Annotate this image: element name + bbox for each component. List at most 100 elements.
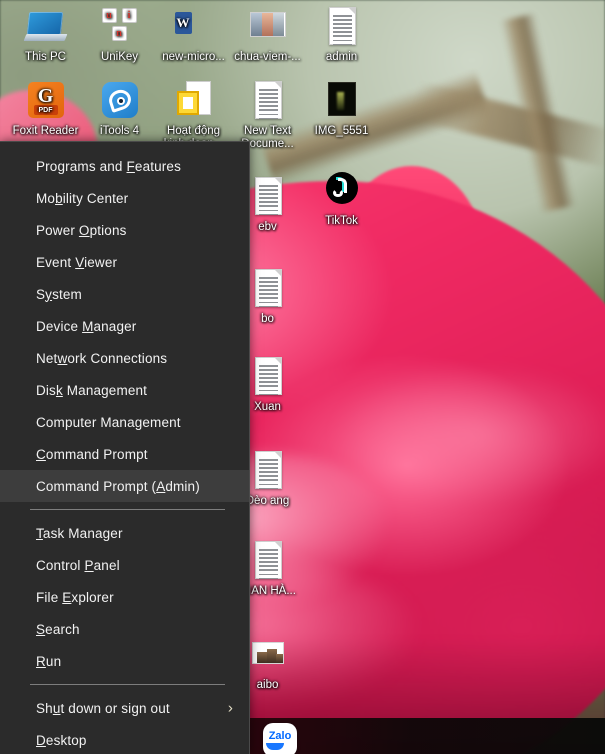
- menu-item-accelerator: D: [36, 732, 46, 748]
- menu-item-label-post: ask Manager: [42, 525, 123, 541]
- text-document-icon: [320, 4, 364, 48]
- menu-item-accelerator: A: [156, 478, 166, 494]
- menu-item-accelerator: F: [126, 158, 135, 174]
- winx-power-user-menu[interactable]: Programs and Features Mobility Center Powe…: [0, 141, 250, 754]
- menu-item-accelerator: O: [78, 222, 90, 238]
- folder-document-icon: [172, 78, 216, 122]
- desktop-icon-unikey[interactable]: u i n UniKey: [82, 4, 157, 64]
- menu-item-label-pre: S: [36, 286, 46, 302]
- menu-item-run[interactable]: Run: [0, 645, 249, 677]
- menu-item-command-prompt-admin[interactable]: Command Prompt (Admin): [0, 470, 249, 502]
- menu-item-label-pre: Dis: [36, 382, 56, 398]
- menu-item-disk-management[interactable]: Disk Management: [0, 374, 249, 406]
- menu-item-file-explorer[interactable]: File Explorer: [0, 581, 249, 613]
- menu-item-label: Search: [36, 622, 80, 637]
- menu-item-control-panel[interactable]: Control Panel: [0, 549, 249, 581]
- unikey-icon: uin: [98, 4, 142, 48]
- desktop-icon-this-pc[interactable]: This PC: [8, 4, 83, 64]
- text-document-icon: [246, 266, 290, 310]
- tiktok-icon: [320, 168, 364, 212]
- thispc-icon: [23, 4, 68, 48]
- text-document-icon: [246, 448, 290, 492]
- desktop-icon-admin[interactable]: admin: [304, 4, 379, 64]
- menu-item-system[interactable]: System: [0, 278, 249, 310]
- desktop-icon-label: IMG_5551: [314, 125, 369, 137]
- foxit-reader-icon: G PDF: [24, 78, 68, 122]
- menu-item-label-pre: Programs and: [36, 158, 127, 174]
- taskbar-item-zalo[interactable]: Zalo: [258, 719, 297, 754]
- menu-item-label: Mobility Center: [36, 191, 128, 206]
- taskbar[interactable]: Zalo: [250, 718, 605, 754]
- menu-item-task-manager[interactable]: Task Manager: [0, 517, 249, 549]
- menu-item-accelerator: M: [82, 318, 94, 334]
- menu-item-device-manager[interactable]: Device Manager: [0, 310, 249, 342]
- menu-item-label: Disk Management: [36, 383, 147, 398]
- menu-item-label-post: ommand Prompt: [45, 446, 148, 462]
- menu-item-accelerator: w: [57, 350, 68, 366]
- menu-item-network-connections[interactable]: Network Connections: [0, 342, 249, 374]
- menu-item-label: Command Prompt: [36, 447, 148, 462]
- menu-item-label: Computer Management: [36, 415, 181, 430]
- menu-item-label: File Explorer: [36, 590, 114, 605]
- desktop-icon-label: chua-viem-...: [234, 51, 301, 63]
- photo-icon: [246, 4, 290, 48]
- menu-item-event-viewer[interactable]: Event Viewer: [0, 246, 249, 278]
- menu-item-programs-and-features[interactable]: Programs and Features: [0, 150, 249, 182]
- menu-item-label-post: ork Connections: [67, 350, 168, 366]
- menu-item-label-pre: Net: [36, 350, 58, 366]
- desktop-icon-itools-4[interactable]: iTools 4: [82, 78, 157, 138]
- menu-item-label-post: anager: [93, 318, 137, 334]
- menu-item-label-post: Management: [62, 382, 148, 398]
- menu-item-label-pre: Event: [36, 254, 76, 270]
- menu-item-desktop[interactable]: Desktop: [0, 724, 249, 754]
- menu-item-label-post: esktop: [45, 732, 87, 748]
- menu-item-label-post: iewer: [84, 254, 118, 270]
- menu-item-label-post: dmin): [165, 478, 200, 494]
- menu-item-accelerator: b: [55, 190, 63, 206]
- menu-item-label-post: un: [45, 653, 62, 669]
- menu-item-label: Run: [36, 654, 61, 669]
- menu-item-label: Task Manager: [36, 526, 123, 541]
- text-document-icon: [246, 538, 290, 582]
- menu-separator: [30, 509, 225, 510]
- weibo-photo-icon: [246, 632, 290, 676]
- menu-item-accelerator: T: [36, 525, 43, 541]
- menu-item-command-prompt[interactable]: Command Prompt: [0, 438, 249, 470]
- image-thumbnail-icon: [320, 78, 364, 122]
- desktop-icon-label: TikTok: [325, 215, 358, 227]
- menu-item-label-pre: Command Prompt (: [36, 478, 157, 494]
- chevron-right-icon: ›: [227, 699, 233, 717]
- menu-item-label-post: earch: [45, 621, 80, 637]
- menu-item-accelerator: R: [36, 653, 46, 669]
- desktop-icon-label: iTools 4: [100, 125, 139, 137]
- desktop-icon-chua-viem[interactable]: chua-viem-...: [230, 4, 305, 64]
- desktop-icon-label: admin: [325, 51, 358, 63]
- menu-item-label: Event Viewer: [36, 255, 117, 270]
- desktop-icon-img-5551[interactable]: IMG_5551: [304, 78, 379, 138]
- menu-item-power-options[interactable]: Power Options: [0, 214, 249, 246]
- menu-item-label-pre: Control: [36, 557, 85, 573]
- menu-item-label-post: ptions: [89, 222, 127, 238]
- menu-item-label: Control Panel: [36, 558, 120, 573]
- desktop-icon-label: This PC: [25, 51, 66, 63]
- menu-item-accelerator: k: [55, 382, 63, 398]
- menu-item-label: Command Prompt (Admin): [36, 479, 200, 494]
- menu-item-shut-down-or-sign-out[interactable]: Shut down or sign out ›: [0, 692, 249, 724]
- menu-item-mobility-center[interactable]: Mobility Center: [0, 182, 249, 214]
- menu-item-label: Device Manager: [36, 319, 136, 334]
- menu-item-label: Power Options: [36, 223, 127, 238]
- desktop-icon-tiktok[interactable]: TikTok: [304, 168, 379, 228]
- menu-separator: [30, 684, 225, 685]
- menu-item-search[interactable]: Search: [0, 613, 249, 645]
- menu-item-label-post: ility Center: [62, 190, 129, 206]
- menu-item-label-pre: Mo: [36, 190, 56, 206]
- desktop-icon-new-microsoft-word[interactable]: Wnew-micro...: [156, 4, 231, 64]
- desktop-icon-foxit-reader[interactable]: G PDF Foxit Reader: [8, 78, 83, 138]
- menu-item-computer-management[interactable]: Computer Management: [0, 406, 249, 438]
- menu-item-accelerator: P: [84, 557, 94, 573]
- text-document-icon: [246, 354, 290, 398]
- menu-item-accelerator: C: [36, 446, 46, 462]
- menu-item-label-pre: Computer Management: [36, 414, 181, 430]
- menu-item-label-post: t down or sign out: [60, 700, 170, 716]
- menu-item-label: Desktop: [36, 733, 87, 748]
